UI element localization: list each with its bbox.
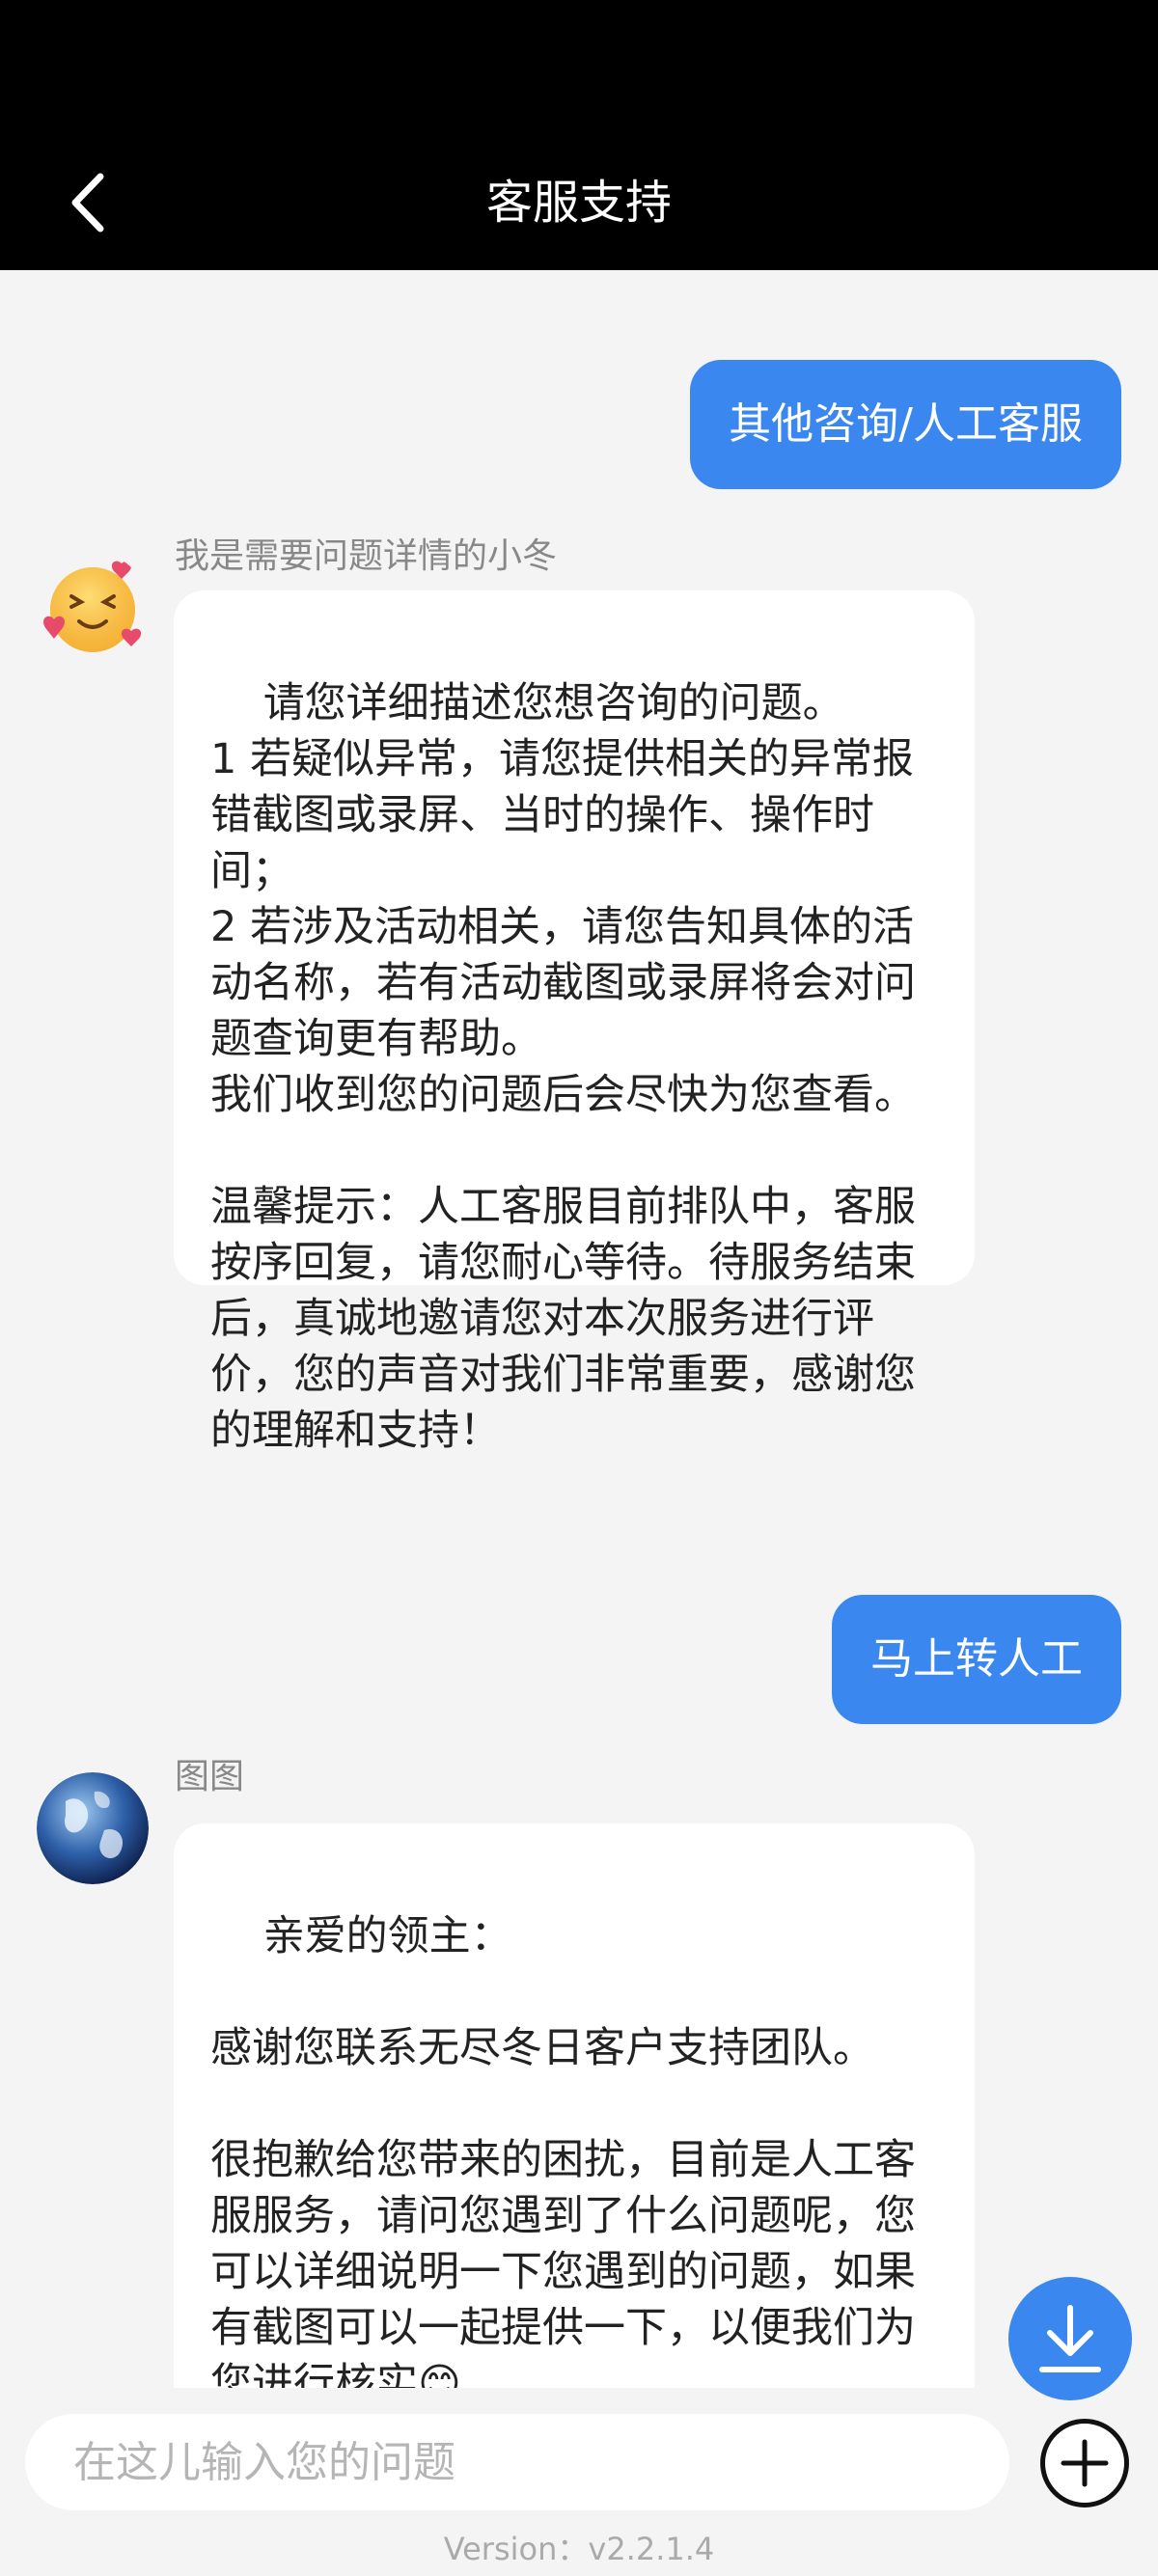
user-message-bubble[interactable]: 其他咨询/人工客服 [690, 360, 1121, 489]
version-label: Version：v2.2.1.4 [443, 2531, 715, 2567]
bot-sender-name: 图图 [175, 1757, 245, 1796]
smiling-face-with-hearts-avatar [37, 552, 149, 664]
scroll-to-bottom-button[interactable] [1008, 2277, 1132, 2400]
question-input[interactable] [25, 2414, 1009, 2510]
bot-message-text: 亲爱的领主： 感谢您联系无尽冬日客户支持团队。 很抱歉给您带来的困扰，目前是人工… [210, 1912, 916, 2388]
page-title: 客服支持 [485, 176, 672, 230]
bot-sender-name: 我是需要问题详情的小冬 [175, 536, 558, 576]
chat-history[interactable]: 其他咨询/人工客服 我是需要问题详情的小冬 请您详细描述您想咨询的问题。 1 若… [0, 270, 1158, 2388]
add-attachment-button[interactable] [1040, 2419, 1129, 2507]
download-arrow-icon [1039, 2305, 1101, 2372]
user-message-text: 其他咨询/人工客服 [729, 399, 1083, 449]
bot-message-bubble: 亲爱的领主： 感谢您联系无尽冬日客户支持团队。 很抱歉给您带来的困扰，目前是人工… [174, 1823, 975, 2388]
user-message-bubble[interactable]: 马上转人工 [832, 1595, 1121, 1724]
bot-message-text: 请您详细描述您想咨询的问题。 1 若疑似异常，请您提供相关的异常报错截图或录屏、… [210, 679, 916, 1455]
bot-message-bubble: 请您详细描述您想咨询的问题。 1 若疑似异常，请您提供相关的异常报错截图或录屏、… [174, 590, 975, 1455]
plus-circle-icon [1061, 2439, 1109, 2487]
earth-globe-avatar [37, 1772, 149, 1884]
top-bar: 客服支持 [0, 0, 1158, 270]
user-message-text: 马上转人工 [870, 1634, 1083, 1684]
